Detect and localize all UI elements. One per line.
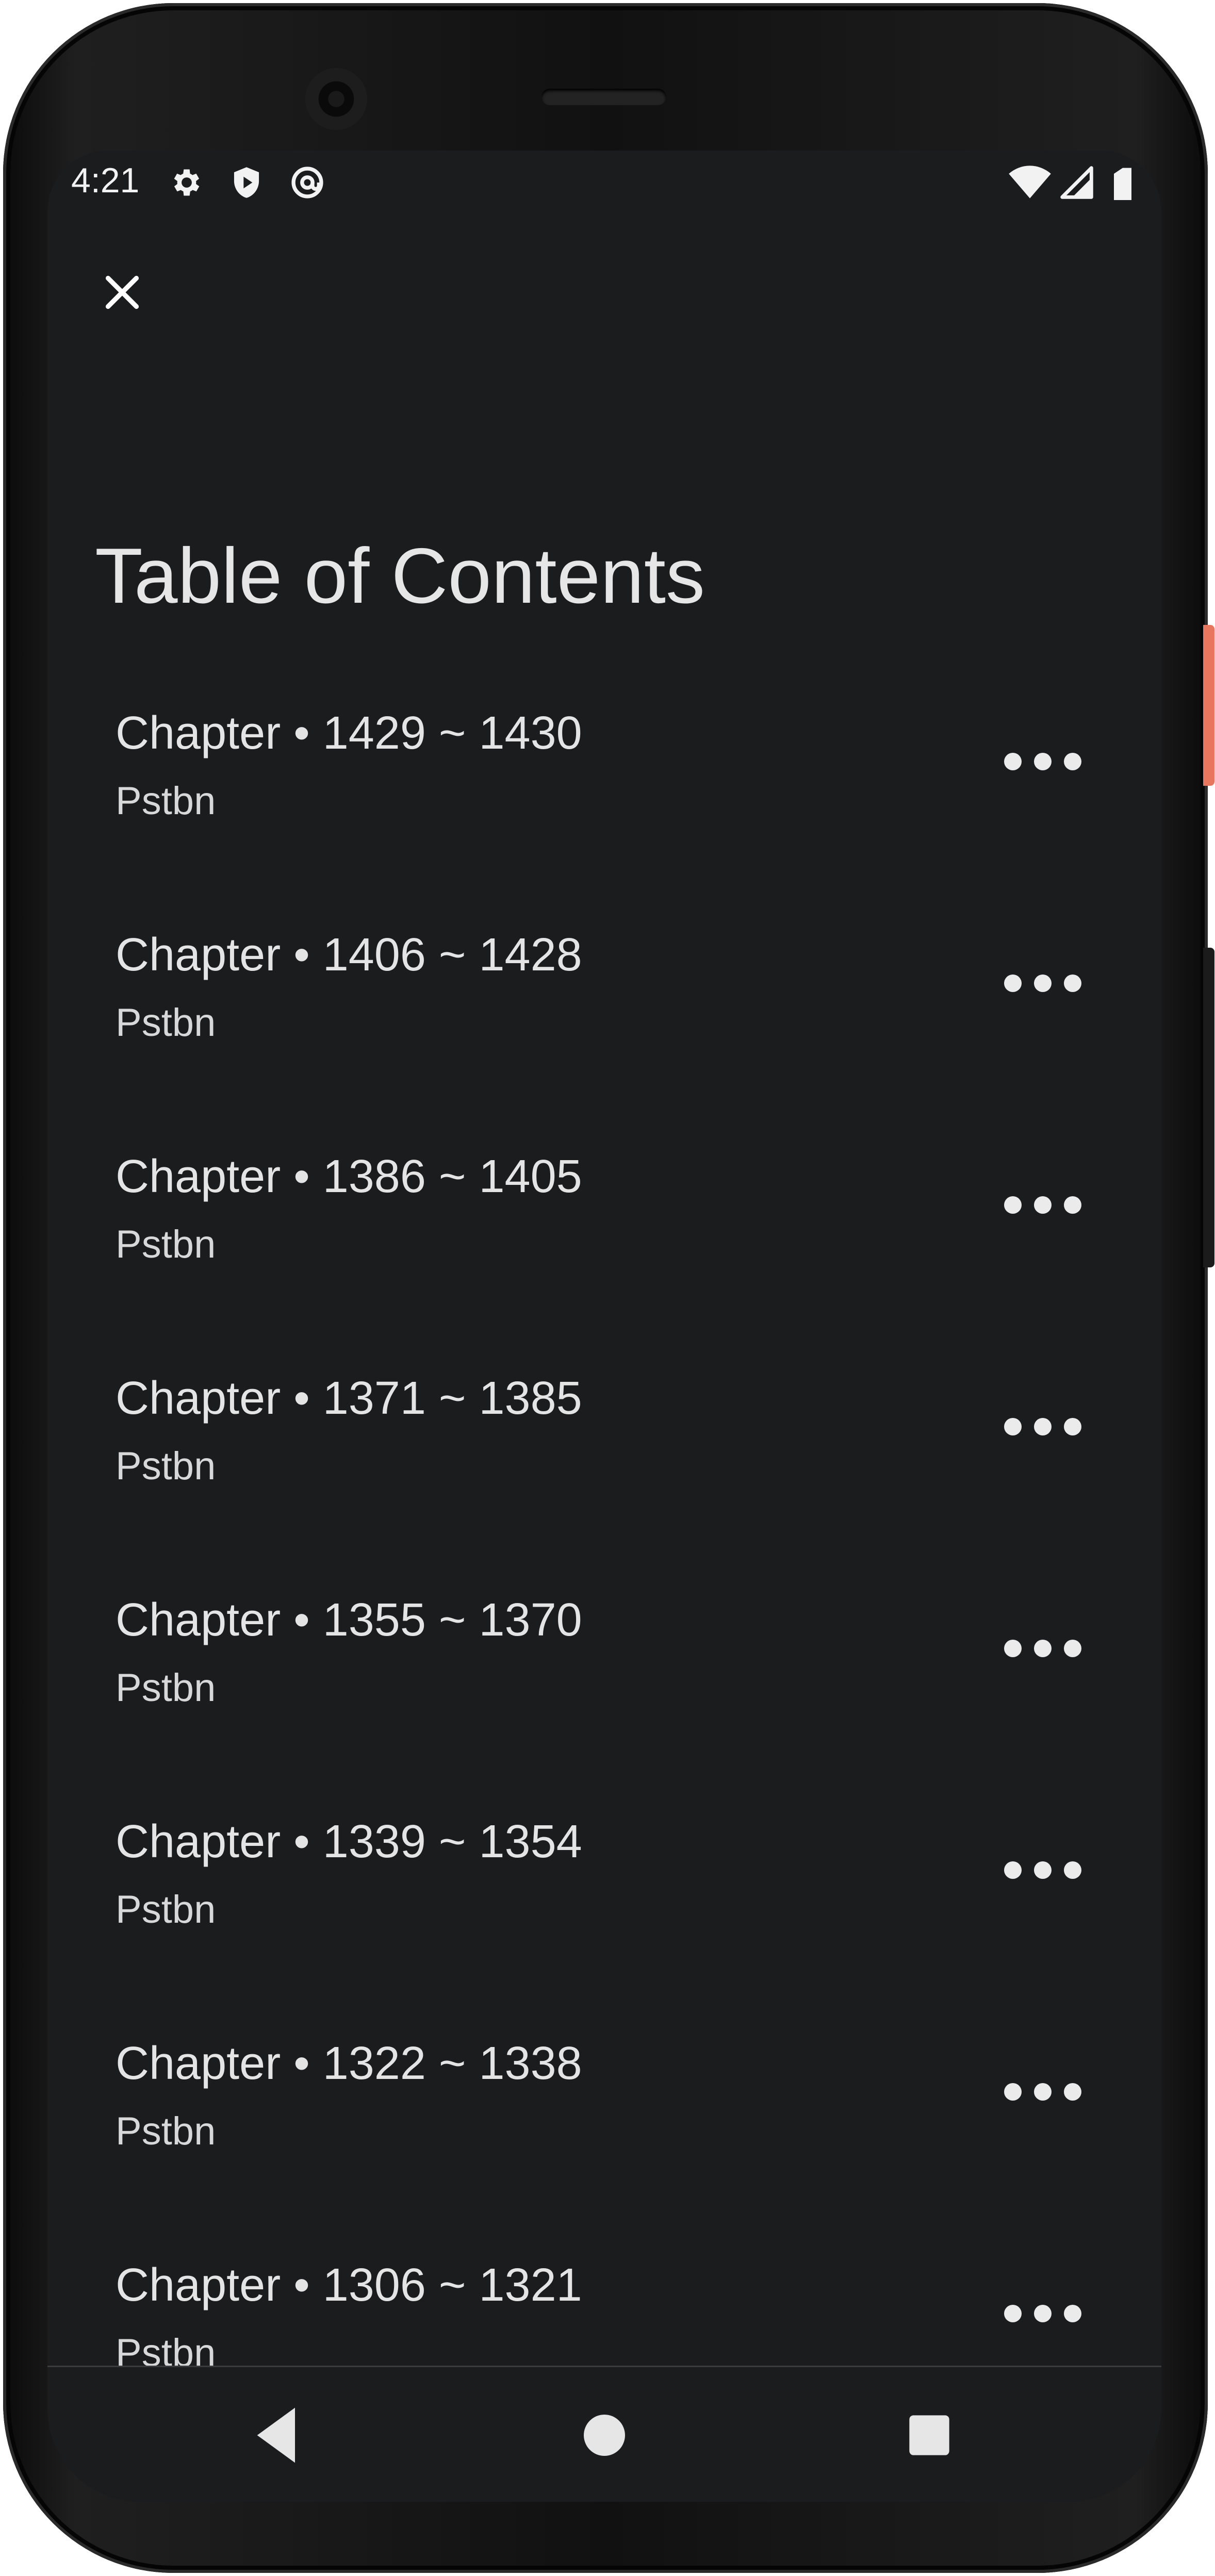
page-title: Table of Contents xyxy=(95,532,705,620)
toc-item-title: Chapter • 1306 ~ 1321 xyxy=(116,2259,582,2311)
toc-item[interactable]: Chapter • 1322 ~ 1338 Pstbn xyxy=(47,2012,1161,2234)
earpiece-speaker xyxy=(541,89,666,105)
toc-item[interactable]: Chapter • 1386 ~ 1405 Pstbn xyxy=(47,1125,1161,1347)
more-horizontal-icon xyxy=(1004,1861,1081,1879)
close-icon xyxy=(105,275,139,309)
home-button[interactable] xyxy=(563,2394,646,2476)
toc-item-subtitle: Pstbn xyxy=(116,1666,216,1710)
toc-item-title: Chapter • 1322 ~ 1338 xyxy=(116,2038,582,2089)
power-button xyxy=(1203,625,1214,786)
toc-item-title: Chapter • 1406 ~ 1428 xyxy=(116,929,582,981)
more-horizontal-icon xyxy=(1004,2083,1081,2101)
more-horizontal-icon xyxy=(1004,1418,1081,1435)
toc-item-subtitle: Pstbn xyxy=(116,779,216,823)
toc-item-subtitle: Pstbn xyxy=(116,2109,216,2153)
toc-item-subtitle: Pstbn xyxy=(116,1223,216,1266)
recents-icon xyxy=(909,2415,949,2455)
volume-button xyxy=(1203,948,1214,1267)
more-options-button[interactable] xyxy=(991,1396,1094,1458)
toc-item[interactable]: Chapter • 1371 ~ 1385 Pstbn xyxy=(47,1347,1161,1568)
more-options-button[interactable] xyxy=(991,2283,1094,2344)
more-horizontal-icon xyxy=(1004,1640,1081,1657)
front-camera xyxy=(305,68,367,130)
more-options-button[interactable] xyxy=(991,952,1094,1014)
home-icon xyxy=(584,2415,625,2456)
more-horizontal-icon xyxy=(1004,2305,1081,2322)
toc-item[interactable]: Chapter • 1355 ~ 1370 Pstbn xyxy=(47,1568,1161,1790)
toc-item[interactable]: Chapter • 1406 ~ 1428 Pstbn xyxy=(47,903,1161,1125)
back-icon xyxy=(257,2407,295,2463)
more-options-button[interactable] xyxy=(991,1174,1094,1236)
system-nav-bar xyxy=(47,2366,1161,2502)
toc-item-title: Chapter • 1355 ~ 1370 xyxy=(116,1594,582,1646)
more-options-button[interactable] xyxy=(991,1617,1094,1679)
back-button[interactable] xyxy=(238,2394,321,2476)
toc-item-subtitle: Pstbn xyxy=(116,1888,216,1931)
toc-item[interactable]: Chapter • 1429 ~ 1430 Pstbn xyxy=(47,682,1161,903)
signal-icon xyxy=(1060,166,1093,199)
proximity-sensor xyxy=(394,71,422,126)
toc-item-title: Chapter • 1339 ~ 1354 xyxy=(116,1816,582,1868)
close-button[interactable] xyxy=(94,264,151,321)
gear-icon xyxy=(174,169,200,196)
more-options-button[interactable] xyxy=(991,731,1094,792)
more-options-button[interactable] xyxy=(991,2061,1094,2123)
toc-item-subtitle: Pstbn xyxy=(116,1001,216,1045)
wifi-icon xyxy=(1009,166,1051,199)
status-time: 4:21 xyxy=(71,161,140,200)
battery-icon xyxy=(1114,168,1131,200)
toc-item-title: Chapter • 1429 ~ 1430 xyxy=(116,707,582,759)
more-horizontal-icon xyxy=(1004,1196,1081,1214)
toc-item-title: Chapter • 1386 ~ 1405 xyxy=(116,1151,582,1202)
recents-button[interactable] xyxy=(888,2394,971,2476)
more-horizontal-icon xyxy=(1004,753,1081,770)
shield-play-icon xyxy=(234,167,259,198)
toc-item-subtitle: Pstbn xyxy=(116,1444,216,1488)
screen: 4:21 Table of Contents Chapter • 1429 ~ … xyxy=(47,151,1161,2502)
toc-item-title: Chapter • 1371 ~ 1385 xyxy=(116,1373,582,1424)
toc-item[interactable]: Chapter • 1339 ~ 1354 Pstbn xyxy=(47,1790,1161,2012)
more-options-button[interactable] xyxy=(991,1839,1094,1901)
more-horizontal-icon xyxy=(1004,975,1081,992)
at-sign-icon xyxy=(291,167,323,199)
status-bar: 4:21 xyxy=(47,151,1161,223)
phone-frame: 4:21 Table of Contents Chapter • 1429 ~ … xyxy=(0,0,1215,2576)
